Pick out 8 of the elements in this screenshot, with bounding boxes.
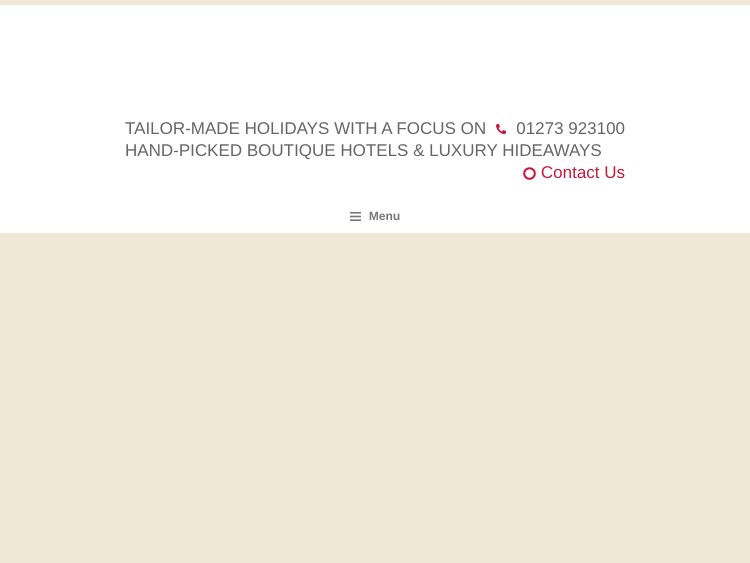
tagline: TAILOR-MADE HOLIDAYS WITH A FOCUS ON <box>125 118 486 140</box>
menu-icon <box>350 212 361 220</box>
contact-link[interactable]: Contact Us <box>522 162 625 184</box>
phone-icon <box>495 123 508 135</box>
tagline: HAND-PICKED BOUTIQUE HOTELS & LUXURY HIDEAWAYS <box>125 140 603 162</box>
menu-button[interactable]: Menu <box>348 207 402 225</box>
phone-number: 01273 923100 <box>516 118 625 140</box>
circle-icon <box>522 166 536 180</box>
